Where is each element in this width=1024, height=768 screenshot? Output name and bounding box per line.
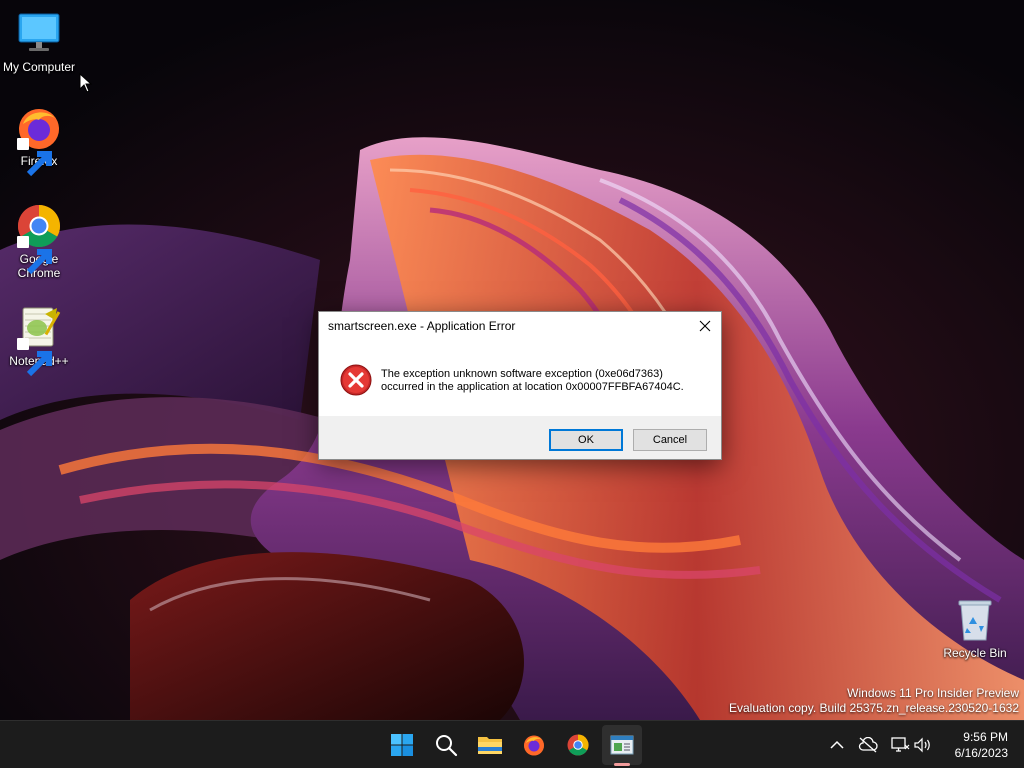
taskbar-clock[interactable]: 9:56 PM 6/16/2023: [955, 729, 1008, 761]
tray-onedrive-button[interactable]: [858, 735, 878, 755]
error-icon: [340, 364, 372, 396]
volume-icon: [914, 737, 930, 753]
desktop-icon-firefox[interactable]: Firefox: [0, 104, 78, 177]
tray-network-button[interactable]: [890, 735, 910, 755]
shortcut-arrow-icon: [17, 236, 52, 275]
dialog-message-line-2: occurred in the application at location …: [381, 381, 684, 393]
desktop-icon-notepadpp[interactable]: Notepad++: [0, 304, 78, 377]
active-app-indicator: [614, 763, 630, 766]
desktop-icon-my-computer[interactable]: My Computer: [0, 10, 78, 74]
clock-time: 9:56 PM: [963, 730, 1008, 744]
ok-button[interactable]: OK: [549, 429, 623, 451]
desktop-icon-label: My Computer: [2, 60, 76, 74]
tray-volume-button[interactable]: [913, 735, 933, 755]
watermark-line-2: Evaluation copy. Build 25375.zn_release.…: [729, 701, 1019, 715]
recycle-bin-icon: [958, 600, 992, 641]
taskbar: 9:56 PM 6/16/2023: [0, 720, 1024, 768]
taskbar-search-button[interactable]: [426, 725, 466, 765]
search-icon: [436, 735, 458, 757]
dialog-body: The exception unknown software exception…: [319, 340, 721, 416]
windows-start-icon: [391, 734, 413, 756]
application-error-dialog: smartscreen.exe - Application Error The …: [318, 311, 722, 460]
dialog-footer: OK Cancel: [319, 416, 721, 459]
desktop-icon-label: Recycle Bin: [943, 646, 1007, 660]
desktop: My Computer Firefox Google Chrome Notepa…: [0, 0, 1024, 720]
taskbar-chrome-button[interactable]: [558, 725, 598, 765]
shortcut-arrow-icon: [17, 338, 52, 377]
chrome-icon: [567, 734, 589, 756]
clock-date: 6/16/2023: [954, 746, 1008, 760]
desktop-icon-google-chrome[interactable]: Google Chrome: [0, 202, 78, 280]
app-window-icon: [610, 735, 634, 755]
mouse-cursor-icon: [79, 73, 93, 93]
cloud-offline-icon: [858, 737, 878, 753]
network-icon: [891, 737, 910, 752]
close-button[interactable]: [689, 312, 721, 340]
monitor-icon: [18, 13, 60, 51]
watermark-line-1: Windows 11 Pro Insider Preview: [847, 686, 1019, 700]
tray-overflow-button[interactable]: [827, 735, 847, 755]
taskbar-file-explorer-button[interactable]: [470, 725, 510, 765]
dialog-titlebar[interactable]: smartscreen.exe - Application Error: [319, 312, 721, 340]
dialog-message-line-1: The exception unknown software exception…: [381, 368, 663, 380]
taskbar-active-app-button[interactable]: [602, 725, 642, 765]
close-icon: [699, 320, 711, 332]
windows-watermark: Windows 11 Pro Insider Preview Evaluatio…: [729, 686, 1019, 716]
cancel-button[interactable]: Cancel: [633, 429, 707, 451]
firefox-icon: [524, 735, 544, 756]
desktop-icon-recycle-bin[interactable]: Recycle Bin: [936, 596, 1014, 660]
chevron-up-icon: [830, 740, 844, 749]
taskbar-start-button[interactable]: [382, 725, 422, 765]
dialog-message: The exception unknown software exception…: [381, 368, 711, 394]
folder-icon: [478, 737, 502, 754]
shortcut-arrow-icon: [17, 138, 52, 177]
dialog-title: smartscreen.exe - Application Error: [328, 319, 516, 333]
taskbar-firefox-button[interactable]: [514, 725, 554, 765]
